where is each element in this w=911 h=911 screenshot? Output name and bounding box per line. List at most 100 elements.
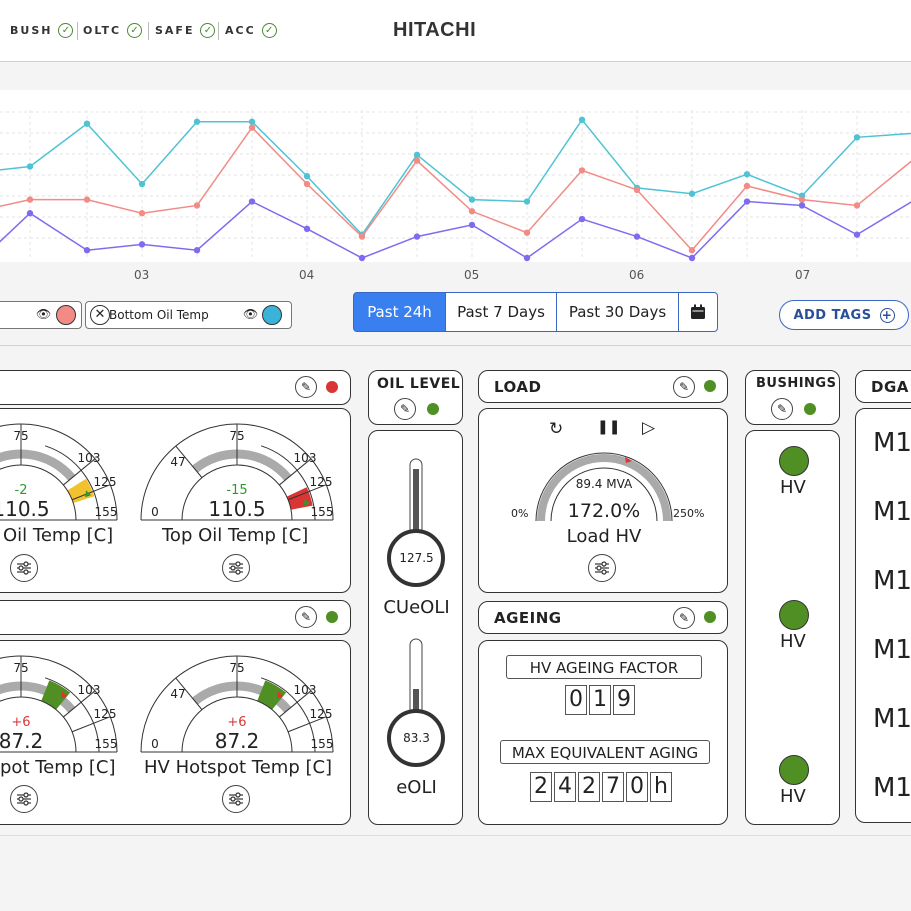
edit-pencil-icon[interactable]: ✎ xyxy=(394,398,416,420)
hotspot-gauges: 75103125155+687.275103125155470+687.2 xyxy=(0,655,334,753)
series-point xyxy=(578,116,586,123)
plus-circle-icon: + xyxy=(879,307,895,323)
replay-icon[interactable]: ↻ xyxy=(549,419,563,439)
edit-pencil-icon[interactable]: ✎ xyxy=(295,606,317,628)
range-past-24h[interactable]: Past 24h xyxy=(353,292,446,332)
series-point xyxy=(798,202,806,209)
gauge-text: 110.5 xyxy=(0,497,50,521)
ageing-panel: HV AGEING FACTOR 019 MAX EQUIVALENT AGIN… xyxy=(478,640,728,825)
gauge-text: 103 xyxy=(294,683,317,697)
load-max: 250% xyxy=(673,507,705,520)
dga-header: DGA xyxy=(855,370,911,403)
hitachi-logo: HITACHI xyxy=(393,19,477,41)
divider xyxy=(218,22,219,40)
sliders-icon xyxy=(229,792,243,806)
gauge-text: 110.5 xyxy=(208,497,265,521)
add-tags-button[interactable]: ADD TAGS + xyxy=(779,300,909,330)
play-icon[interactable]: ▷ xyxy=(642,418,655,438)
series-point xyxy=(248,124,256,131)
edit-pencil-icon[interactable]: ✎ xyxy=(295,376,317,398)
hv-ageing-factor-label: HV AGEING FACTOR xyxy=(506,655,702,679)
settings-sliders-button[interactable] xyxy=(222,554,250,582)
eye-icon[interactable]: 👁 xyxy=(36,307,51,321)
bushing-label: HV xyxy=(780,477,806,498)
check-circle-icon: ✓ xyxy=(261,23,277,38)
series-point xyxy=(578,215,586,223)
series-point xyxy=(578,167,586,174)
settings-sliders-button[interactable] xyxy=(10,554,38,582)
range-past-30-days[interactable]: Past 30 Days xyxy=(556,292,679,332)
series-point xyxy=(523,229,531,236)
series-point xyxy=(138,210,146,217)
series-point xyxy=(358,254,366,262)
settings-sliders-button[interactable] xyxy=(10,785,38,813)
series-point xyxy=(26,196,34,203)
gauge-text: 87.2 xyxy=(0,729,43,753)
edit-pencil-icon[interactable]: ✎ xyxy=(673,376,695,398)
status-dot-green xyxy=(326,611,338,623)
series-point xyxy=(303,225,311,232)
tag-pill[interactable]: 👁 xyxy=(0,301,82,329)
series-point xyxy=(303,173,311,180)
gauge-text: -2 xyxy=(15,483,28,498)
status-oltc[interactable]: OLTC ✓ xyxy=(83,23,143,38)
series-point xyxy=(26,163,34,170)
gauge-text: 47 xyxy=(170,455,185,469)
temp-gauges-top: 75103125155-2110.575103125155470-15110.5 xyxy=(0,423,334,521)
gauge-label: Load HV xyxy=(566,526,642,547)
x-tick-label: 05 xyxy=(464,268,480,282)
gauge-text: 103 xyxy=(78,451,101,465)
edit-pencil-icon[interactable]: ✎ xyxy=(673,607,695,629)
settings-sliders-button[interactable] xyxy=(222,785,250,813)
ageing-factor-digits: 019 xyxy=(565,685,637,715)
eye-icon[interactable]: 👁 xyxy=(243,307,258,321)
series-point xyxy=(248,198,256,205)
gauge-text: 155 xyxy=(311,737,334,751)
section-divider xyxy=(0,345,911,346)
close-icon[interactable]: ✕ xyxy=(90,305,110,325)
check-circle-icon: ✓ xyxy=(58,23,74,38)
series-point xyxy=(633,233,641,240)
series-point xyxy=(853,134,861,141)
gauge-text: 155 xyxy=(95,505,118,519)
series-point xyxy=(523,198,531,205)
bushings-header: BUSHINGS ✎ xyxy=(745,370,840,425)
calendar-icon xyxy=(691,304,705,319)
sliders-icon xyxy=(595,561,609,575)
thermometer-gauges xyxy=(387,458,445,767)
dga-value: M10 xyxy=(873,635,911,665)
gauge-text: 47 xyxy=(170,687,185,701)
series-point xyxy=(743,182,751,190)
gauge-text: +6 xyxy=(11,715,30,730)
series-point xyxy=(743,198,751,205)
status-dot-green xyxy=(804,403,816,415)
calendar-button[interactable] xyxy=(678,292,718,332)
gauge-text: 75 xyxy=(229,661,244,675)
gauge-text: 103 xyxy=(78,683,101,697)
status-safe[interactable]: SAFE ✓ xyxy=(155,23,216,38)
gauge-text: 75 xyxy=(13,429,28,443)
dga-value: M10 xyxy=(873,566,911,596)
therm-label: CUeOLI xyxy=(383,597,450,618)
panel-title: AGEING xyxy=(494,609,562,627)
range-past-7-days[interactable]: Past 7 Days xyxy=(445,292,557,332)
divider xyxy=(77,22,78,40)
pause-icon[interactable]: ❚❚ xyxy=(597,419,620,435)
gauge-text: 125 xyxy=(310,475,333,489)
gauge-text: 103 xyxy=(294,451,317,465)
dga-value: M10 xyxy=(873,704,911,734)
series-point xyxy=(468,208,476,215)
series-point xyxy=(303,180,311,188)
status-bush[interactable]: BUSH ✓ xyxy=(10,23,74,38)
dga-panel xyxy=(855,408,911,823)
settings-sliders-button[interactable] xyxy=(588,554,616,582)
series-line xyxy=(0,200,911,259)
check-circle-icon: ✓ xyxy=(127,23,143,38)
gauge-band xyxy=(192,449,292,481)
load-mva: 89.4 MVA xyxy=(575,477,633,491)
bushing-status-dot xyxy=(779,600,809,630)
status-acc[interactable]: ACC ✓ xyxy=(225,23,277,38)
tag-pill-bottom-oil-temp[interactable]: ✕ Bottom Oil Temp 👁 xyxy=(85,301,292,329)
series-point xyxy=(798,196,806,203)
edit-pencil-icon[interactable]: ✎ xyxy=(771,398,793,420)
